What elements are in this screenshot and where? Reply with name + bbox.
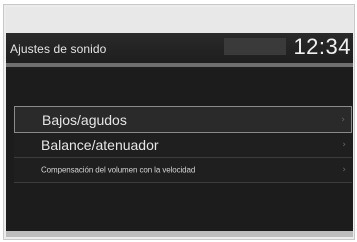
clock: 12:34 xyxy=(293,34,351,59)
screen-title: Ajustes de sonido xyxy=(10,42,107,56)
menu-item-label: Bajos/agudos xyxy=(42,111,127,128)
menu-item-speed-volume-compensation[interactable]: Compensación del volumen con la velocida… xyxy=(14,158,352,183)
sound-settings-menu: Bajos/agudos › Balance/atenuador › Compe… xyxy=(14,106,352,183)
chevron-right-icon: › xyxy=(341,114,345,125)
status-indicator-box xyxy=(224,38,286,55)
menu-item-label: Balance/atenuador xyxy=(41,137,159,153)
bottom-bar xyxy=(6,231,353,237)
menu-item-bass-treble[interactable]: Bajos/agudos › xyxy=(14,106,352,133)
status-bar xyxy=(6,7,353,33)
menu-item-label: Compensación del volumen con la velocida… xyxy=(41,165,196,175)
header-divider xyxy=(6,63,353,67)
chevron-right-icon: › xyxy=(342,165,346,175)
screen-header: Ajustes de sonido 12:34 xyxy=(6,33,353,63)
audio-screen: Ajustes de sonido 12:34 Bajos/agudos › B… xyxy=(6,7,353,237)
chevron-right-icon: › xyxy=(342,140,346,150)
menu-item-balance-fader[interactable]: Balance/atenuador › xyxy=(14,133,352,158)
